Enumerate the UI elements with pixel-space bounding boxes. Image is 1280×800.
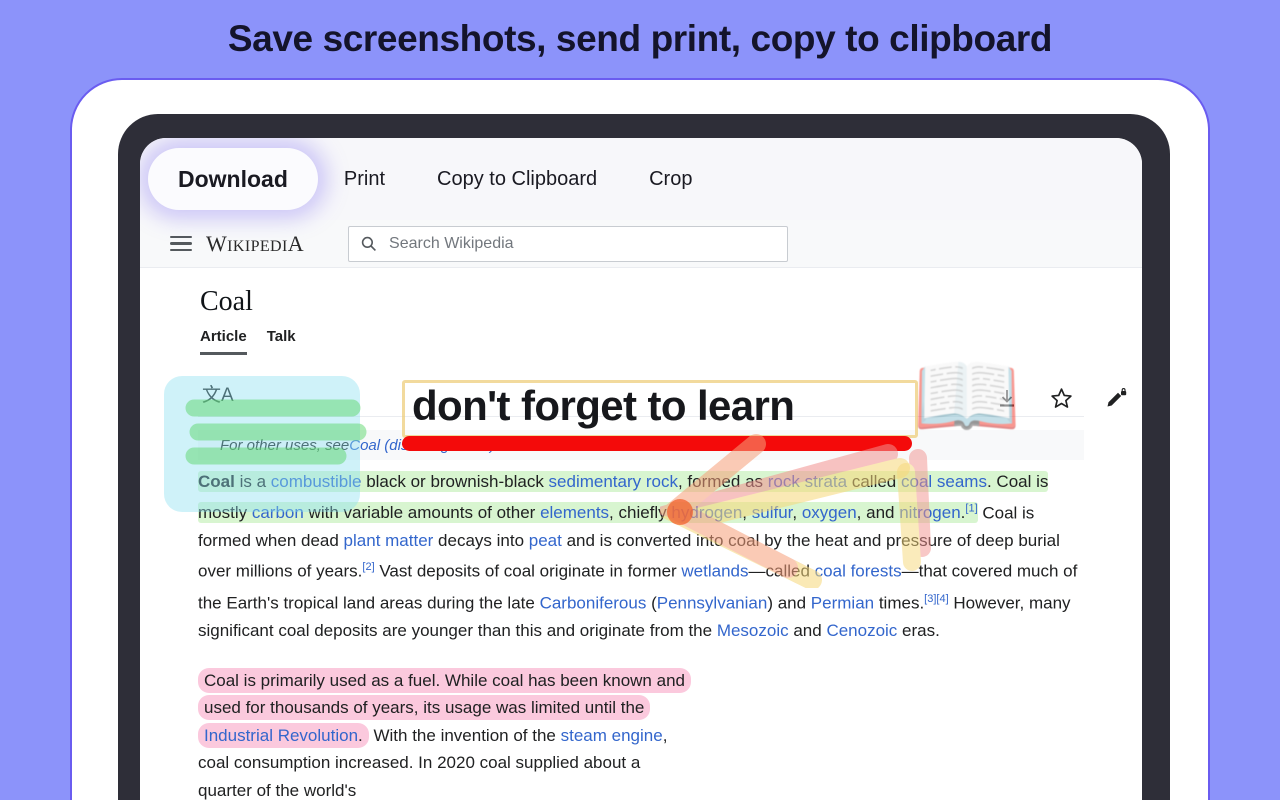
link-permian[interactable]: Permian	[811, 593, 874, 612]
link-elements[interactable]: elements	[540, 503, 609, 522]
paragraph-1: Coal is a combustible black or brownish-…	[198, 471, 1078, 640]
link-sedimentary-rock[interactable]: sedimentary rock	[549, 472, 678, 491]
star-icon[interactable]	[1049, 386, 1074, 411]
toolbar-button-crop[interactable]: Crop	[623, 148, 718, 210]
hatnote-prefix: For other uses, see	[220, 436, 350, 454]
tab-talk[interactable]: Talk	[267, 328, 296, 355]
search-input[interactable]: Search Wikipedia	[348, 225, 789, 262]
title-divider	[198, 416, 1084, 417]
download-icon[interactable]	[995, 387, 1019, 411]
search-placeholder: Search Wikipedia	[389, 234, 514, 252]
link-peat[interactable]: peat	[529, 531, 562, 550]
hatnote-link[interactable]: Coal (disambiguation)	[349, 437, 495, 454]
wikipedia-topbar: WIKIPEDIA Search Wikipedia	[140, 220, 1142, 268]
annotation-note-text: don't forget to learn	[412, 382, 795, 429]
ref-4[interactable]: [4]	[936, 593, 948, 605]
link-carbon[interactable]: carbon	[252, 503, 304, 522]
link-coal-forests[interactable]: coal forests	[815, 562, 902, 581]
ref-3[interactable]: [3]	[924, 593, 936, 605]
link-industrial-revolution[interactable]: Industrial Revolution	[204, 726, 358, 745]
article-text: Coal is a combustible black or brownish-…	[198, 468, 1088, 800]
link-hydrogen[interactable]: hydrogen	[671, 503, 742, 522]
link-combustible[interactable]: combustible	[271, 472, 362, 491]
link-sulfur[interactable]: sulfur	[752, 503, 793, 522]
hamburger-icon[interactable]	[170, 232, 192, 256]
link-coal-seams[interactable]: coal seams	[901, 472, 987, 491]
article-body: Coal Article Talk 文A For other uses, see…	[140, 268, 1142, 800]
link-wetlands[interactable]: wetlands	[681, 562, 748, 581]
lead-term: Coal	[198, 472, 235, 491]
hatnote-suffix: .	[495, 436, 500, 454]
translate-icon[interactable]: 文A	[202, 380, 234, 407]
ref-1[interactable]: [1]	[965, 503, 977, 515]
page-headline: Save screenshots, send print, copy to cl…	[227, 18, 1053, 59]
wikipedia-wordmark[interactable]: WIKIPEDIA	[206, 231, 304, 257]
link-steam-engine[interactable]: steam engine	[561, 726, 663, 745]
link-pennsylvanian[interactable]: Pennsylvanian	[657, 593, 768, 612]
link-mesozoic[interactable]: Mesozoic	[717, 621, 789, 640]
search-icon	[361, 236, 377, 251]
link-nitrogen[interactable]: nitrogen	[899, 503, 960, 522]
link-carboniferous[interactable]: Carboniferous	[540, 593, 647, 612]
toolbar-button-download[interactable]: Download	[148, 148, 318, 210]
extension-toolbar: Download Print Copy to Clipboard Crop	[140, 138, 1142, 220]
screen-content: Download Print Copy to Clipboard Crop WI…	[140, 138, 1142, 800]
edit-locked-icon[interactable]	[1104, 387, 1128, 411]
toolbar-button-print[interactable]: Print	[318, 148, 411, 210]
page-action-icons	[995, 386, 1128, 411]
link-cenozoic[interactable]: Cenozoic	[826, 621, 897, 640]
article-title-block: Coal Article Talk	[198, 280, 394, 355]
tab-article[interactable]: Article	[200, 328, 247, 355]
article-tabs: Article Talk	[198, 322, 394, 355]
page-title: Coal	[200, 286, 253, 317]
ref-2[interactable]: [2]	[362, 561, 374, 573]
paragraph-2: Coal is primarily used as a fuel. While …	[198, 667, 698, 800]
link-plant-matter[interactable]: plant matter	[344, 531, 434, 550]
hatnote: For other uses, see Coal (disambiguation…	[198, 430, 1084, 460]
link-rock-strata[interactable]: rock strata	[768, 472, 847, 491]
link-oxygen[interactable]: oxygen	[802, 503, 857, 522]
toolbar-button-copy-to-clipboard[interactable]: Copy to Clipboard	[411, 148, 623, 210]
